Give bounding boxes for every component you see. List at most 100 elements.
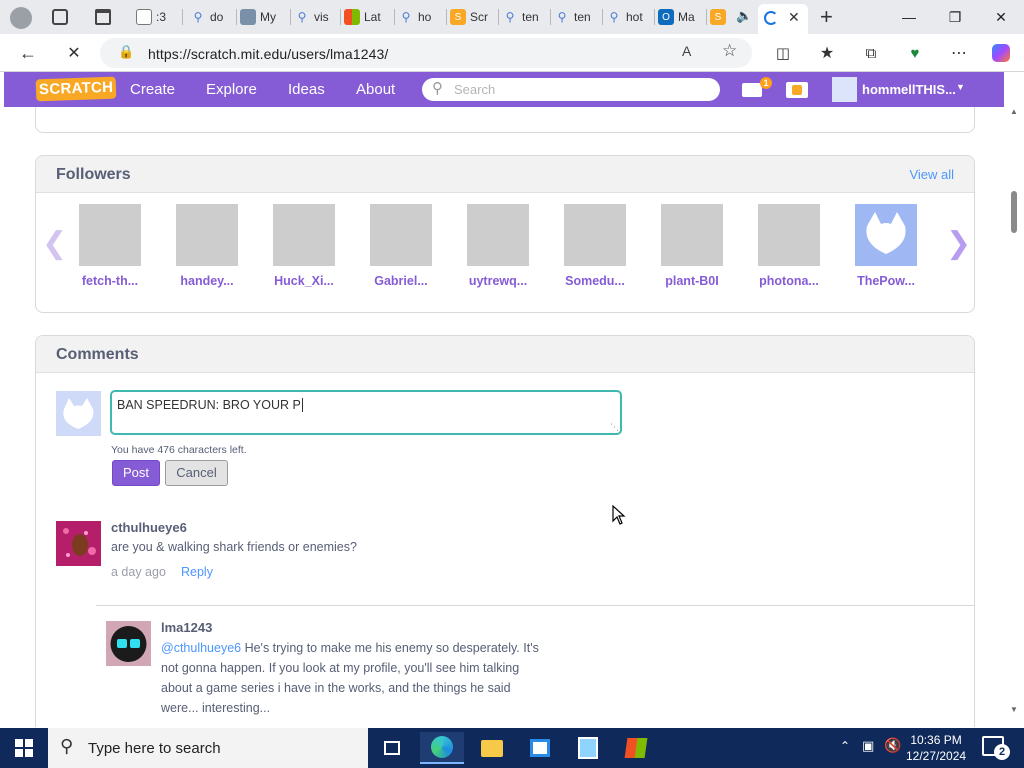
more-menu-icon[interactable]: ⋯ [944,38,974,68]
follower-thumbnail[interactable] [467,204,529,266]
avatar[interactable] [106,621,151,666]
favorite-star-icon[interactable]: ☆ [722,41,737,61]
page-scrollbar[interactable]: ▲ ▼ [1004,107,1024,727]
tab-2[interactable]: My [240,4,288,30]
account-username[interactable]: hommellTHIS... [862,82,956,97]
tab-6[interactable]: S Scr [450,4,496,30]
edge-icon[interactable] [420,732,464,764]
back-icon[interactable]: ← [13,38,43,68]
scroll-down-icon[interactable]: ▼ [1010,705,1018,714]
follower-name[interactable]: photona... [749,274,829,288]
follower-item[interactable]: ThePow... [846,204,926,288]
follower-item[interactable]: photona... [749,204,829,288]
read-aloud-icon[interactable]: A [682,43,691,59]
post-button[interactable]: Post [112,460,160,486]
follower-item[interactable]: fetch-th... [70,204,150,288]
follower-thumbnail[interactable] [370,204,432,266]
lock-icon[interactable]: 🔒 [118,44,134,60]
comment-textarea[interactable]: BAN SPEEDRUN: BRO YOUR P ⋱ [110,390,622,435]
carousel-next-icon[interactable]: ❯ [946,226,971,261]
close-tab-icon[interactable]: ✕ [788,9,800,26]
follower-thumbnail[interactable] [176,204,238,266]
collections-icon[interactable]: ⧉ [856,38,886,68]
maximize-button[interactable]: ❐ [932,0,978,34]
follower-name[interactable]: uytrewq... [458,274,538,288]
avatar[interactable] [56,521,101,566]
profile-icon[interactable] [10,7,32,29]
notepad-icon[interactable] [566,732,610,764]
reply-author[interactable]: lma1243 [161,620,212,635]
my-stuff-icon[interactable] [786,82,808,98]
tab-9[interactable]: ⚲ hot [606,4,652,30]
nav-explore[interactable]: Explore [206,81,257,98]
reply-link[interactable]: Reply [181,565,213,579]
nav-create[interactable]: Create [130,81,175,98]
scratch-logo[interactable]: SCRATCH [35,76,117,102]
avatar[interactable] [832,77,857,102]
followers-view-all-link[interactable]: View all [909,167,954,182]
favorites-icon[interactable]: ★ [812,38,842,68]
follower-thumbnail[interactable] [273,204,335,266]
network-icon[interactable]: ▣ [862,738,874,754]
comment-author[interactable]: cthulhueye6 [111,520,187,535]
nav-about[interactable]: About [356,81,395,98]
copilot-icon[interactable] [986,38,1016,68]
follower-item[interactable]: plant-B0I [652,204,732,288]
follower-item[interactable]: Gabriel... [361,204,441,288]
tab-actions-icon[interactable] [95,9,111,25]
cancel-button[interactable]: Cancel [165,460,228,486]
new-tab-icon[interactable]: + [820,4,833,30]
store-icon[interactable] [518,732,562,764]
system-clock[interactable]: 10:36 PM 12/27/2024 [906,732,966,764]
tab-5[interactable]: ⚲ ho [398,4,444,30]
taskbar-search-input[interactable]: ⚲ Type here to search [48,728,368,768]
stop-loading-icon[interactable]: ✕ [59,38,89,68]
scratch-search-input[interactable]: ⚲ Search [422,78,720,101]
tab-0[interactable]: :3 [136,4,180,30]
windows-media-icon[interactable] [614,732,658,764]
volume-muted-icon[interactable]: 🔇 [884,737,901,754]
tab-1[interactable]: ⚲ do [190,4,234,30]
start-button[interactable] [2,732,46,764]
tab-11[interactable]: S 🔈 [710,4,756,30]
workspaces-icon[interactable] [52,9,68,25]
url-field[interactable]: 🔒 https://scratch.mit.edu/users/lma1243/… [100,38,752,68]
audio-playing-icon[interactable]: 🔈 [736,8,752,24]
browser-essentials-icon[interactable]: ♥ [900,38,930,68]
follower-thumbnail[interactable] [79,204,141,266]
tab-active[interactable]: ✕ [758,4,808,34]
task-view-icon[interactable] [370,732,414,764]
resize-handle-icon[interactable]: ⋱ [610,422,619,433]
tab-10[interactable]: O Ma [658,4,704,30]
follower-name[interactable]: Gabriel... [361,274,441,288]
follower-name[interactable]: Huck_Xi... [264,274,344,288]
follower-item[interactable]: handey... [167,204,247,288]
follower-thumbnail[interactable] [758,204,820,266]
follower-name[interactable]: ThePow... [846,274,926,288]
split-screen-icon[interactable]: ◫ [768,38,798,68]
tab-4[interactable]: Lat [344,4,392,30]
follower-item[interactable]: Huck_Xi... [264,204,344,288]
follower-thumbnail[interactable] [855,204,917,266]
caret-down-icon[interactable]: ▼ [956,82,965,92]
minimize-button[interactable]: — [886,0,932,34]
messages-icon[interactable] [742,83,762,97]
follower-name[interactable]: plant-B0I [652,274,732,288]
file-explorer-icon[interactable] [470,732,514,764]
reply-mention[interactable]: @cthulhueye6 [161,641,241,655]
close-window-button[interactable]: ✕ [978,0,1024,34]
follower-thumbnail[interactable] [661,204,723,266]
carousel-prev-icon[interactable]: ❮ [42,226,67,261]
follower-name[interactable]: fetch-th... [70,274,150,288]
follower-item[interactable]: Somedu... [555,204,635,288]
scrollbar-thumb[interactable] [1011,191,1017,233]
follower-item[interactable]: uytrewq... [458,204,538,288]
follower-thumbnail[interactable] [564,204,626,266]
follower-name[interactable]: handey... [167,274,247,288]
nav-ideas[interactable]: Ideas [288,81,325,98]
tab-8[interactable]: ⚲ ten [554,4,600,30]
scroll-up-icon[interactable]: ▲ [1010,107,1018,116]
tab-7[interactable]: ⚲ ten [502,4,548,30]
follower-name[interactable]: Somedu... [555,274,635,288]
tab-3[interactable]: ⚲ vis [294,4,338,30]
